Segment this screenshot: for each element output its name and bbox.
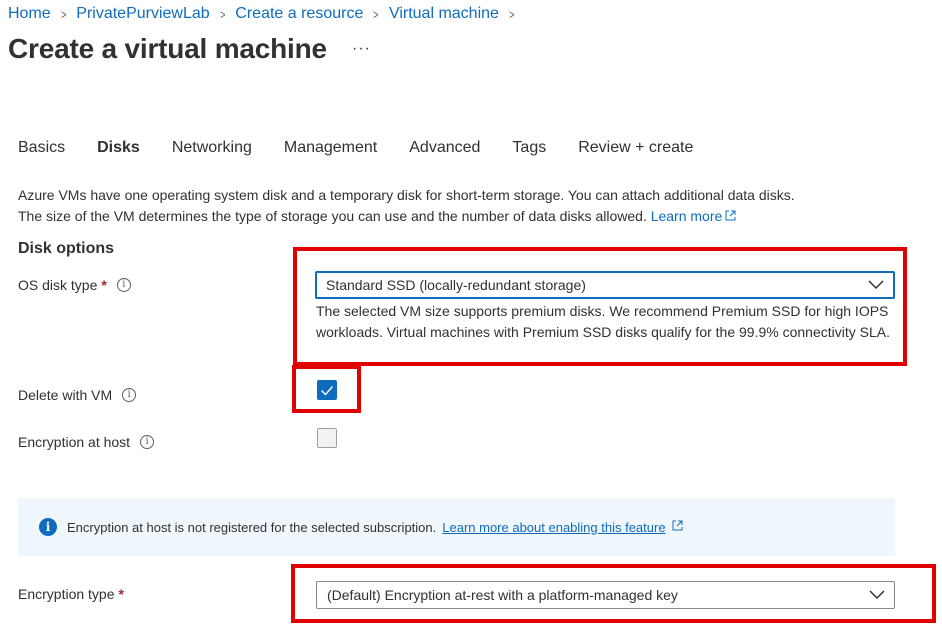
banner-learn-more-link[interactable]: Learn more about enabling this feature bbox=[442, 520, 665, 535]
tab-basics[interactable]: Basics bbox=[18, 139, 65, 157]
os-disk-type-value: Standard SSD (locally-redundant storage) bbox=[326, 277, 586, 293]
delete-with-vm-label: Delete with VM i bbox=[18, 387, 137, 403]
os-disk-type-helper: The selected VM size supports premium di… bbox=[316, 303, 890, 340]
os-disk-type-dropdown[interactable]: Standard SSD (locally-redundant storage) bbox=[315, 271, 895, 299]
os-disk-type-label: OS disk type * i bbox=[18, 277, 131, 293]
breadcrumb-virtual-machine[interactable]: Virtual machine bbox=[389, 5, 499, 23]
chevron-right-icon: > bbox=[219, 6, 226, 22]
encryption-type-dropdown[interactable]: (Default) Encryption at-rest with a plat… bbox=[316, 581, 895, 609]
info-icon[interactable]: i bbox=[140, 435, 155, 449]
description: Azure VMs have one operating system disk… bbox=[18, 185, 918, 228]
tab-disks[interactable]: Disks bbox=[97, 139, 140, 157]
chevron-right-icon: > bbox=[509, 6, 515, 22]
encryption-at-host-label: Encryption at host i bbox=[18, 434, 155, 450]
external-link-icon bbox=[725, 207, 736, 228]
checkmark-icon bbox=[321, 385, 334, 396]
external-link-icon bbox=[672, 520, 683, 534]
chevron-down-icon bbox=[869, 587, 885, 603]
disk-options-heading: Disk options bbox=[18, 240, 115, 257]
tab-management[interactable]: Management bbox=[284, 139, 377, 157]
tab-advanced[interactable]: Advanced bbox=[409, 139, 480, 157]
delete-with-vm-checkbox[interactable] bbox=[317, 380, 337, 400]
required-marker: * bbox=[101, 277, 107, 293]
breadcrumb-resource-group[interactable]: PrivatePurviewLab bbox=[76, 5, 209, 23]
description-line-2: The size of the VM determines the type o… bbox=[18, 206, 918, 228]
info-icon[interactable]: i bbox=[116, 278, 131, 292]
breadcrumb-home[interactable]: Home bbox=[8, 5, 51, 23]
chevron-down-icon bbox=[868, 277, 884, 293]
info-banner: i Encryption at host is not registered f… bbox=[18, 498, 895, 556]
more-icon[interactable]: ··· bbox=[352, 40, 371, 58]
tab-bar: Basics Disks Networking Management Advan… bbox=[18, 139, 725, 157]
learn-more-link[interactable]: Learn more bbox=[651, 208, 723, 224]
encryption-type-value: (Default) Encryption at-rest with a plat… bbox=[327, 587, 678, 603]
chevron-right-icon: > bbox=[60, 6, 67, 22]
info-filled-icon: i bbox=[39, 518, 57, 536]
encryption-type-label: Encryption type * bbox=[18, 586, 124, 602]
chevron-right-icon: > bbox=[373, 6, 379, 22]
page-title: Create a virtual machine bbox=[8, 33, 327, 64]
banner-text: Encryption at host is not registered for… bbox=[67, 519, 437, 535]
description-line-1: Azure VMs have one operating system disk… bbox=[18, 187, 795, 203]
tab-tags[interactable]: Tags bbox=[512, 139, 546, 157]
encryption-at-host-checkbox[interactable] bbox=[317, 428, 337, 448]
breadcrumb-create-resource[interactable]: Create a resource bbox=[235, 5, 363, 23]
tab-networking[interactable]: Networking bbox=[172, 139, 252, 157]
tab-review-create[interactable]: Review + create bbox=[578, 139, 693, 157]
breadcrumb: Home > PrivatePurviewLab > Create a reso… bbox=[8, 5, 525, 23]
required-marker: * bbox=[118, 586, 124, 602]
info-icon[interactable]: i bbox=[122, 388, 137, 402]
